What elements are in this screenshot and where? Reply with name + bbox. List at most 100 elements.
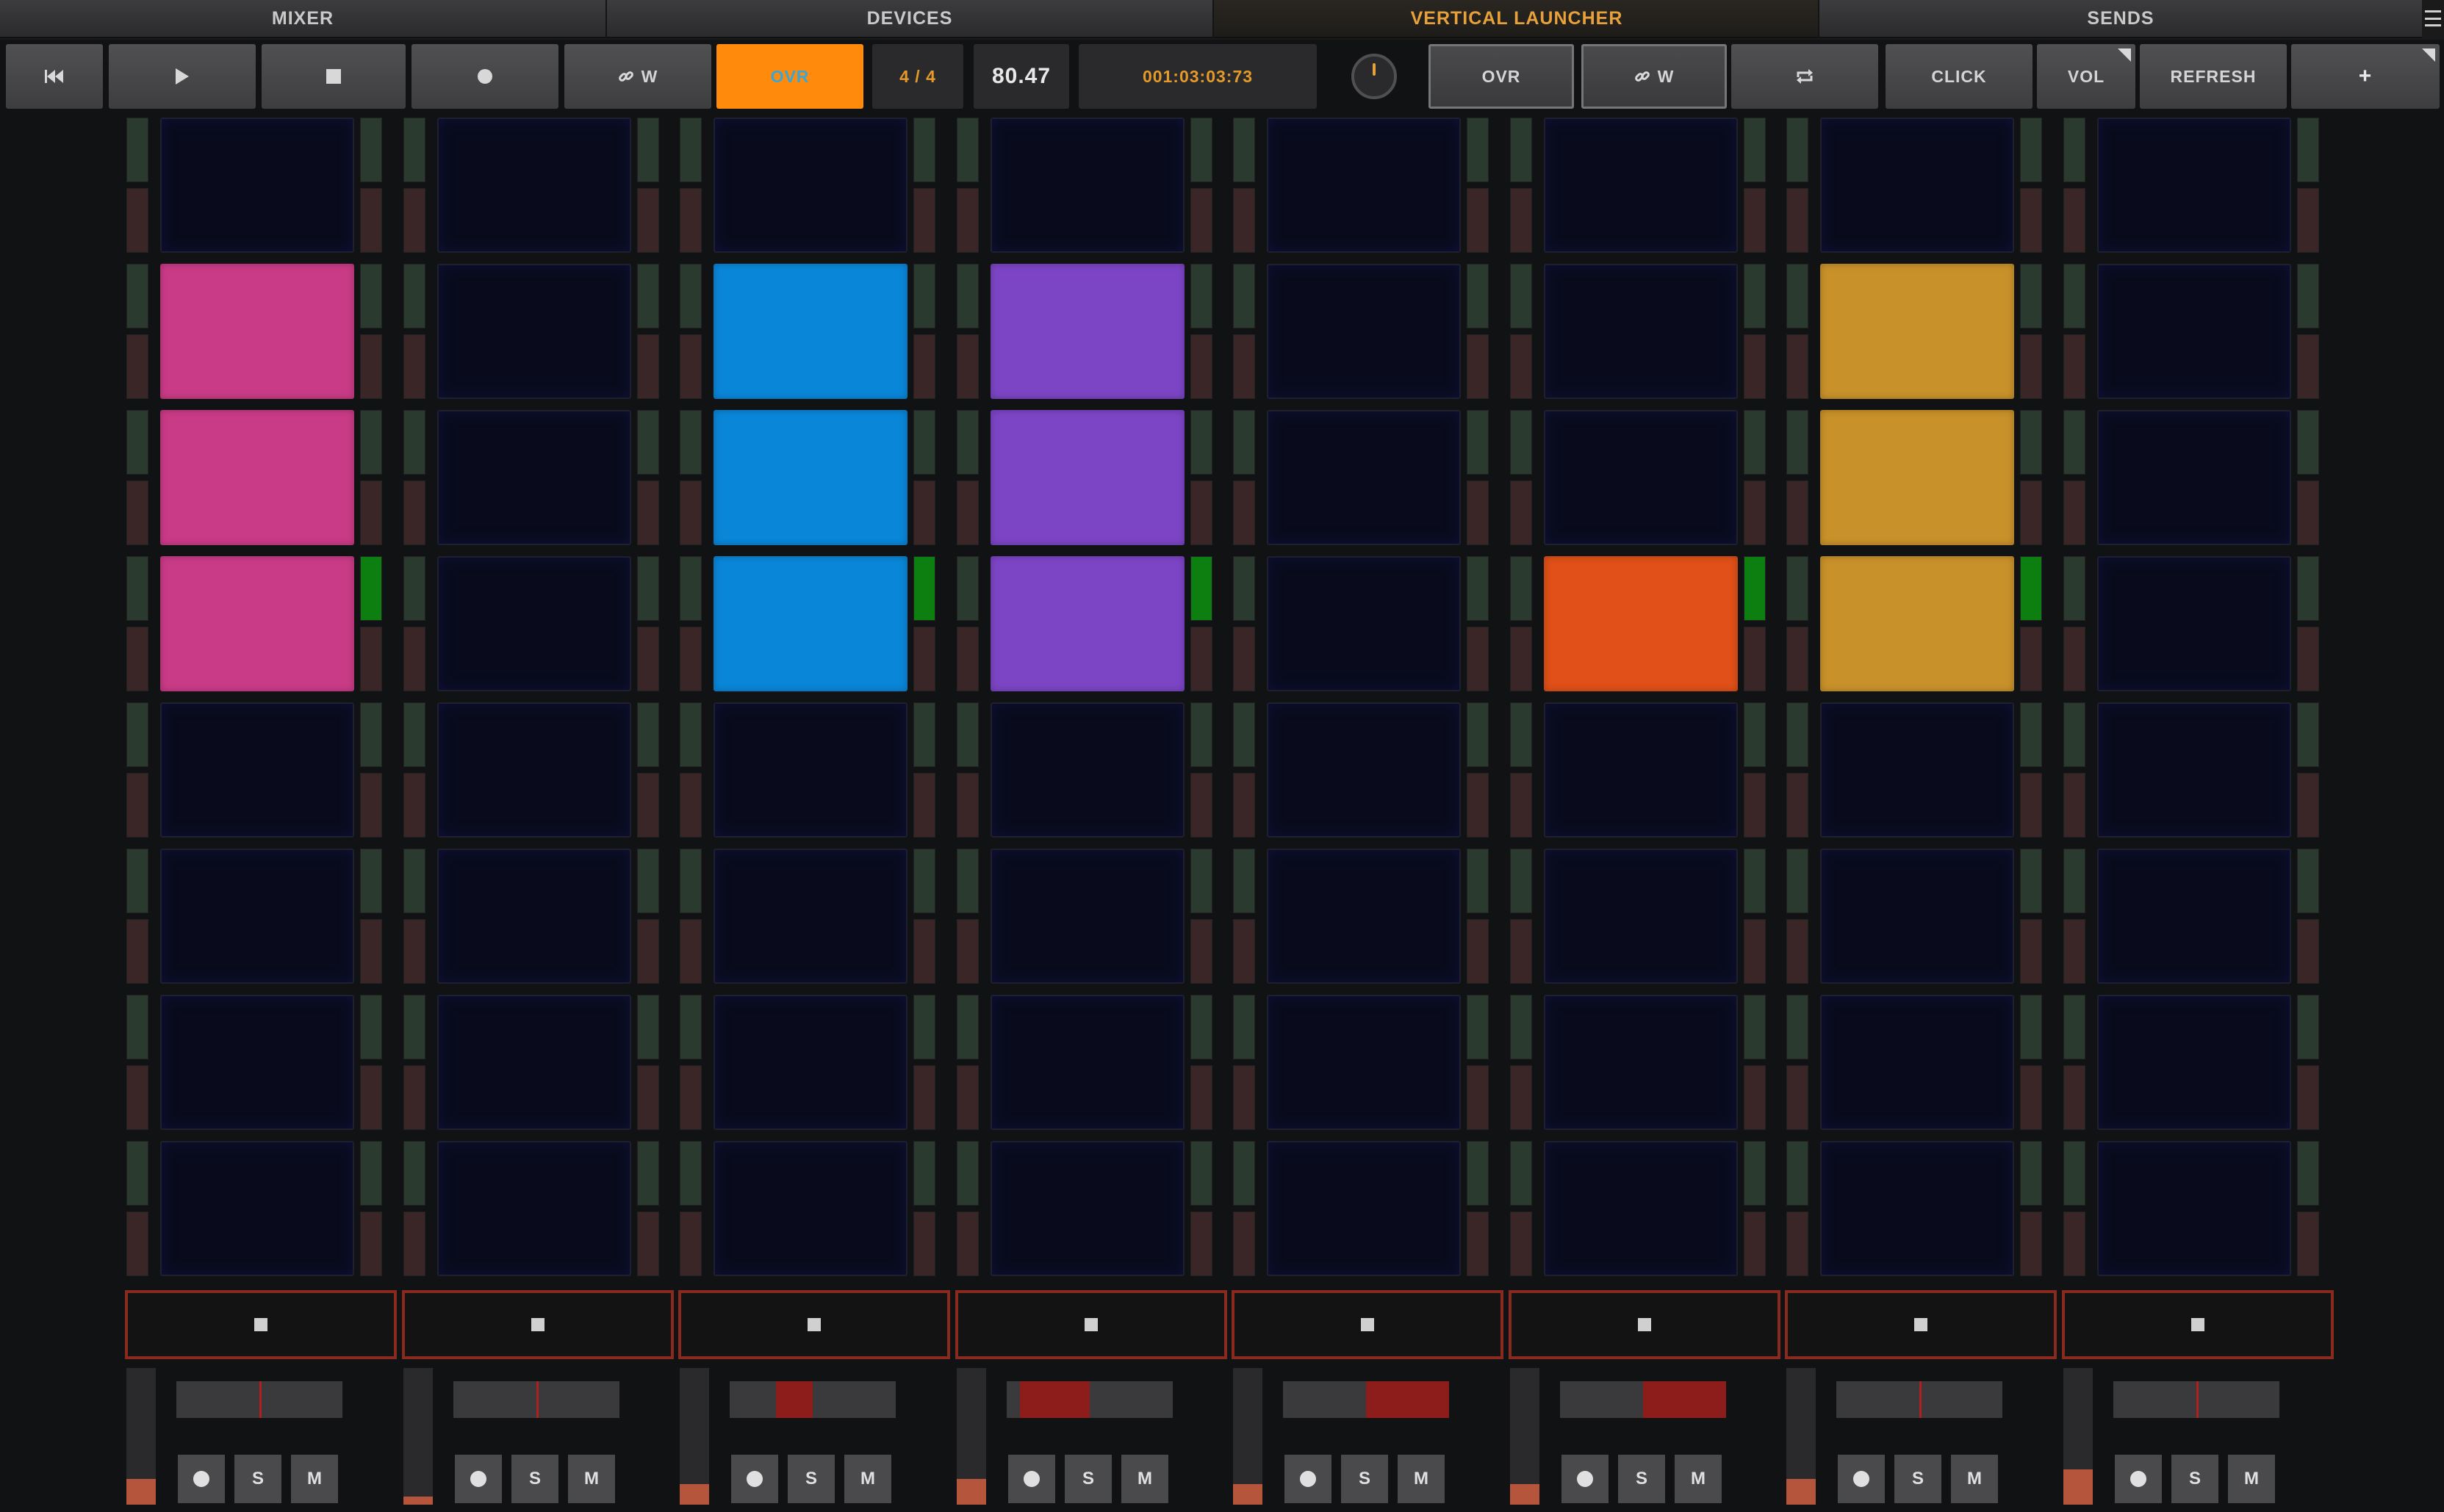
clip-slot-empty[interactable] — [1267, 849, 1461, 984]
clip-slot-empty[interactable] — [991, 849, 1185, 984]
clip-slot-empty[interactable] — [714, 995, 907, 1130]
record-button[interactable] — [411, 44, 558, 109]
tempo-knob[interactable] — [1342, 44, 1406, 109]
track-stop-button[interactable] — [2062, 1290, 2334, 1359]
solo-button[interactable]: S — [788, 1455, 835, 1503]
clip-slot-empty[interactable] — [714, 702, 907, 838]
mute-button[interactable]: M — [1951, 1455, 1998, 1503]
clip-slot-empty[interactable] — [2097, 118, 2291, 253]
clip-slot-empty[interactable] — [160, 1141, 354, 1276]
pan-slider[interactable] — [1836, 1381, 2002, 1418]
clip-slot-empty[interactable] — [1267, 702, 1461, 838]
tab-vertical-launcher[interactable]: VERTICAL LAUNCHER — [1214, 0, 1819, 38]
volume-fader[interactable] — [1233, 1368, 1262, 1505]
clip-slot-empty[interactable] — [437, 702, 631, 838]
clip-slot-empty[interactable] — [1267, 264, 1461, 399]
clip-slot-empty[interactable] — [1820, 118, 2014, 253]
record-arm-button[interactable] — [1838, 1455, 1885, 1503]
clip-slot-empty[interactable] — [991, 118, 1185, 253]
mute-button[interactable]: M — [1398, 1455, 1445, 1503]
clip-slot-filled[interactable] — [991, 410, 1185, 545]
clip-slot-empty[interactable] — [2097, 1141, 2291, 1276]
clip-slot-empty[interactable] — [160, 702, 354, 838]
clip-slot-empty[interactable] — [437, 1141, 631, 1276]
clip-slot-empty[interactable] — [714, 849, 907, 984]
clip-slot-empty[interactable] — [160, 118, 354, 253]
pan-slider[interactable] — [453, 1381, 619, 1418]
mute-button[interactable]: M — [1121, 1455, 1168, 1503]
clip-slot-empty[interactable] — [1267, 995, 1461, 1130]
clip-slot-empty[interactable] — [1544, 702, 1738, 838]
track-stop-button[interactable] — [955, 1290, 1227, 1359]
track-stop-button[interactable] — [1232, 1290, 1503, 1359]
clip-slot-empty[interactable] — [437, 849, 631, 984]
volume-fader[interactable] — [1510, 1368, 1539, 1505]
clip-slot-filled[interactable] — [714, 410, 907, 545]
volume-fader[interactable] — [126, 1368, 156, 1505]
play-button[interactable] — [109, 44, 256, 109]
clip-slot-empty[interactable] — [991, 702, 1185, 838]
clip-slot-empty[interactable] — [991, 995, 1185, 1130]
pan-slider[interactable] — [2113, 1381, 2279, 1418]
link-write-button[interactable]: W — [564, 44, 711, 109]
clip-slot-empty[interactable] — [1267, 118, 1461, 253]
clip-slot-empty[interactable] — [1544, 849, 1738, 984]
record-arm-button[interactable] — [2115, 1455, 2162, 1503]
clip-slot-empty[interactable] — [437, 556, 631, 691]
clip-slot-empty[interactable] — [1544, 410, 1738, 545]
solo-button[interactable]: S — [1894, 1455, 1941, 1503]
pan-slider[interactable] — [1560, 1381, 1726, 1418]
track-stop-button[interactable] — [402, 1290, 674, 1359]
solo-button[interactable]: S — [1341, 1455, 1388, 1503]
volume-fader[interactable] — [957, 1368, 986, 1505]
clip-slot-empty[interactable] — [437, 264, 631, 399]
clip-slot-empty[interactable] — [1267, 1141, 1461, 1276]
clip-slot-empty[interactable] — [2097, 410, 2291, 545]
track-stop-button[interactable] — [678, 1290, 950, 1359]
clip-slot-filled[interactable] — [1820, 556, 2014, 691]
loop-button[interactable] — [1731, 44, 1878, 109]
solo-button[interactable]: S — [1065, 1455, 1112, 1503]
record-arm-button[interactable] — [455, 1455, 502, 1503]
clip-slot-empty[interactable] — [1820, 702, 2014, 838]
clip-slot-empty[interactable] — [1267, 410, 1461, 545]
pan-slider[interactable] — [176, 1381, 342, 1418]
clip-slot-empty[interactable] — [991, 1141, 1185, 1276]
solo-button[interactable]: S — [234, 1455, 281, 1503]
pan-slider[interactable] — [1007, 1381, 1173, 1418]
tab-sends[interactable]: SENDS — [1819, 0, 2422, 38]
tab-devices[interactable]: DEVICES — [607, 0, 1212, 38]
clip-slot-filled[interactable] — [1544, 556, 1738, 691]
mute-button[interactable]: M — [568, 1455, 615, 1503]
clip-slot-empty[interactable] — [2097, 556, 2291, 691]
record-arm-button[interactable] — [178, 1455, 225, 1503]
clip-slot-empty[interactable] — [1544, 995, 1738, 1130]
tempo-display[interactable]: 80.47 — [974, 44, 1069, 109]
clip-slot-empty[interactable] — [1820, 849, 2014, 984]
mute-button[interactable]: M — [291, 1455, 338, 1503]
record-arm-button[interactable] — [1284, 1455, 1331, 1503]
track-stop-button[interactable] — [1509, 1290, 1780, 1359]
clip-slot-filled[interactable] — [991, 264, 1185, 399]
solo-button[interactable]: S — [511, 1455, 558, 1503]
rewind-button[interactable] — [6, 44, 103, 109]
clip-slot-filled[interactable] — [1820, 264, 2014, 399]
click-button[interactable]: CLICK — [1886, 44, 2033, 109]
clip-slot-empty[interactable] — [714, 1141, 907, 1276]
overdub-toggle[interactable]: OVR — [716, 44, 863, 109]
record-arm-button[interactable] — [1008, 1455, 1055, 1503]
vol-button[interactable]: VOL — [2037, 44, 2135, 109]
time-signature-display[interactable]: 4 / 4 — [872, 44, 963, 109]
clip-slot-empty[interactable] — [1820, 995, 2014, 1130]
pan-slider[interactable] — [1283, 1381, 1449, 1418]
mute-button[interactable]: M — [1675, 1455, 1722, 1503]
menu-icon[interactable] — [2425, 7, 2441, 29]
clip-slot-filled[interactable] — [991, 556, 1185, 691]
volume-fader[interactable] — [1786, 1368, 1816, 1505]
clip-slot-empty[interactable] — [2097, 849, 2291, 984]
clip-slot-empty[interactable] — [2097, 702, 2291, 838]
track-stop-button[interactable] — [125, 1290, 397, 1359]
clip-slot-empty[interactable] — [1544, 1141, 1738, 1276]
ovr-button[interactable]: OVR — [1428, 44, 1574, 109]
clip-slot-empty[interactable] — [437, 118, 631, 253]
